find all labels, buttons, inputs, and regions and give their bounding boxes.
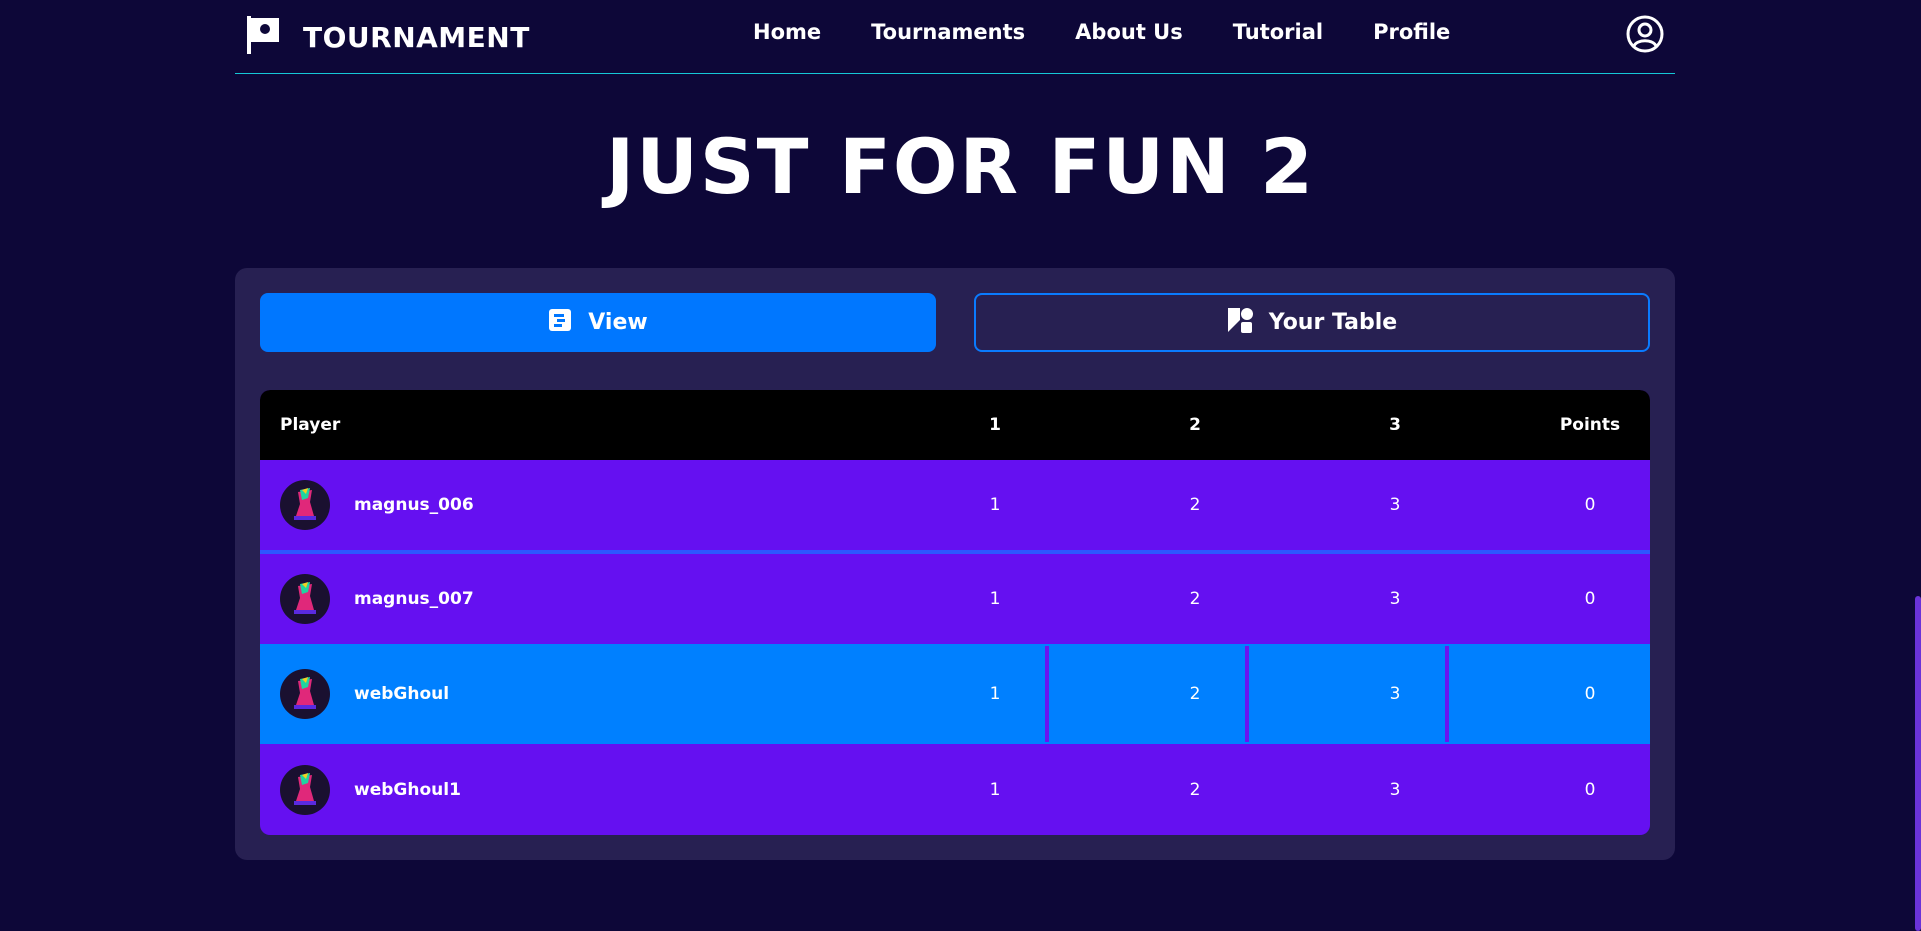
standings-table: Player 1 2 3 Points magnus_006 1 2 3 0 m… (260, 390, 1650, 835)
round-3-score: 3 (1389, 779, 1401, 800)
table-row[interactable]: magnus_006 1 2 3 0 (260, 460, 1650, 550)
column-header-round-2: 2 (1189, 415, 1201, 435)
avatar (280, 574, 330, 624)
player-name: webGhoul (354, 684, 450, 704)
nav-tournaments[interactable]: Tournaments (871, 20, 1025, 44)
main-nav: Home Tournaments About Us Tutorial Profi… (753, 20, 1450, 44)
column-header-round-3: 3 (1389, 415, 1401, 435)
player-cell: magnus_007 (280, 554, 580, 644)
avatar (280, 764, 330, 815)
tab-your-table-label: Your Table (1268, 310, 1398, 335)
cell-divider (1445, 646, 1449, 742)
tournament-card: View Your Table Player 1 2 3 Points magn… (235, 268, 1675, 860)
cell-divider (1245, 646, 1249, 742)
column-header-player: Player (280, 415, 341, 435)
brand[interactable]: TOURNAMENT (245, 14, 530, 60)
avatar (280, 480, 330, 530)
round-2-score: 2 (1189, 589, 1201, 609)
nav-home[interactable]: Home (753, 20, 821, 44)
points-score: 0 (1584, 495, 1596, 515)
avatar (280, 669, 330, 719)
tab-view-label: View (588, 310, 648, 335)
round-1-score: 1 (989, 495, 1001, 515)
round-2-score: 2 (1189, 684, 1201, 704)
points-score: 0 (1584, 589, 1596, 609)
shapes-icon (1227, 306, 1253, 340)
points-score: 0 (1584, 684, 1596, 704)
nav-profile[interactable]: Profile (1373, 20, 1450, 44)
player-cell: webGhoul1 (280, 744, 580, 835)
top-navbar: TOURNAMENT Home Tournaments About Us Tut… (235, 0, 1675, 74)
column-header-round-1: 1 (989, 415, 1001, 435)
player-name: magnus_006 (354, 495, 474, 515)
cell-divider (1045, 646, 1049, 742)
round-3-score: 3 (1389, 495, 1401, 515)
tab-view[interactable]: View (260, 293, 936, 352)
player-cell: magnus_006 (280, 460, 580, 550)
nav-about-us[interactable]: About Us (1075, 20, 1183, 44)
account-icon[interactable] (1625, 14, 1665, 54)
player-name: magnus_007 (354, 589, 474, 609)
page-title: JUST FOR FUN 2 (605, 122, 1316, 211)
player-name: webGhoul1 (354, 779, 461, 800)
brand-title: TOURNAMENT (303, 20, 530, 54)
points-score: 0 (1584, 779, 1596, 800)
table-row[interactable]: webGhoul1 1 2 3 0 (260, 744, 1650, 835)
round-1-score: 1 (989, 684, 1001, 704)
round-1-score: 1 (989, 589, 1001, 609)
round-2-score: 2 (1189, 495, 1201, 515)
nav-tutorial[interactable]: Tutorial (1233, 20, 1323, 44)
document-icon (548, 308, 572, 338)
round-3-score: 3 (1389, 684, 1401, 704)
table-header: Player 1 2 3 Points (260, 390, 1650, 460)
page: TOURNAMENT Home Tournaments About Us Tut… (0, 0, 1921, 931)
round-2-score: 2 (1189, 779, 1201, 800)
flag-icon (245, 14, 281, 60)
round-3-score: 3 (1389, 589, 1401, 609)
tab-your-table[interactable]: Your Table (974, 293, 1650, 352)
column-header-points: Points (1559, 415, 1621, 435)
player-cell: webGhoul (280, 644, 580, 744)
scrollbar-thumb[interactable] (1915, 596, 1921, 931)
table-row[interactable]: magnus_007 1 2 3 0 (260, 554, 1650, 644)
table-row-highlighted[interactable]: webGhoul 1 2 3 0 (260, 644, 1650, 744)
round-1-score: 1 (989, 779, 1001, 800)
